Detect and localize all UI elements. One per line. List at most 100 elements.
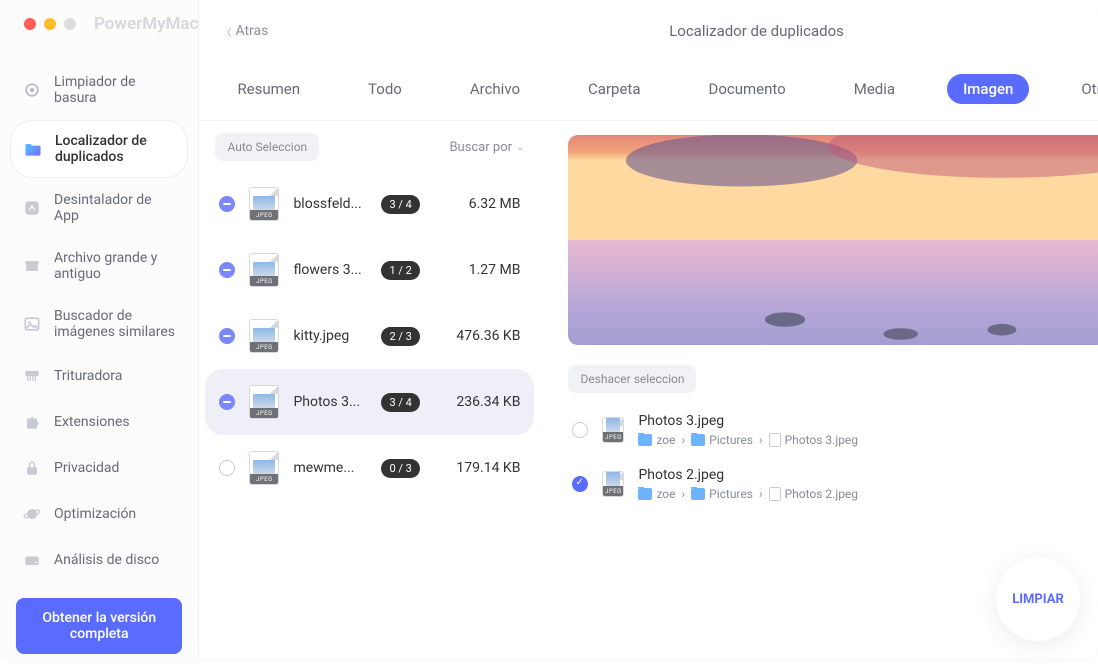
back-label: Atras bbox=[235, 23, 268, 39]
sidebar-item-uninstaller[interactable]: Desintalador de App bbox=[10, 180, 188, 236]
tab-archivo[interactable]: Archivo bbox=[454, 74, 536, 104]
file-group-item[interactable]: JPEG Photos 3... 3 / 4 236.34 KB bbox=[205, 369, 534, 435]
undo-select-button[interactable]: Deshacer seleccion bbox=[568, 365, 696, 393]
file-thumb: JPEG bbox=[249, 385, 279, 419]
tab-media[interactable]: Media bbox=[838, 74, 911, 104]
file-thumb: JPEG bbox=[249, 187, 279, 221]
count-badge: 2 / 3 bbox=[381, 327, 419, 346]
app-store-icon bbox=[22, 198, 42, 218]
sidebar-item-cleaner[interactable]: Limpiador de basura bbox=[10, 62, 188, 118]
nav: Limpiador de basura Localizador de dupli… bbox=[0, 34, 198, 582]
file-thumb: JPEG bbox=[249, 319, 279, 353]
file-name: kitty.jpeg bbox=[293, 328, 367, 344]
count-badge: 3 / 4 bbox=[381, 393, 419, 412]
sidebar-item-extensions[interactable]: Extensiones bbox=[10, 400, 188, 444]
file-thumb: JPEG bbox=[602, 417, 624, 443]
checkbox-icon[interactable] bbox=[572, 422, 588, 438]
auto-select-button[interactable]: Auto Seleccion bbox=[215, 133, 319, 161]
tab-todo[interactable]: Todo bbox=[352, 74, 418, 104]
sidebar-item-privacy[interactable]: Privacidad bbox=[10, 446, 188, 490]
sidebar-item-optimization[interactable]: Optimización bbox=[10, 492, 188, 536]
sidebar-item-label: Análisis de disco bbox=[54, 552, 159, 568]
file-group-item[interactable]: JPEG flowers 3... 1 / 2 1.27 MB bbox=[205, 237, 534, 303]
back-button[interactable]: 〈 Atras bbox=[221, 23, 268, 39]
planet-icon bbox=[22, 504, 42, 524]
lock-icon bbox=[22, 458, 42, 478]
file-size: 476.36 KB bbox=[440, 328, 520, 344]
checkbox-empty-icon[interactable] bbox=[219, 460, 235, 476]
folder-icon bbox=[638, 434, 652, 446]
file-list[interactable]: JPEG blossfeld... 3 / 4 6.32 MB JPEG flo… bbox=[205, 171, 534, 659]
file-name: Photos 3... bbox=[293, 394, 367, 410]
page-title: Localizador de duplicados bbox=[669, 22, 844, 40]
maximize-icon bbox=[64, 18, 76, 30]
count-badge: 3 / 4 bbox=[381, 195, 419, 214]
sidebar-item-label: Limpiador de basura bbox=[54, 74, 176, 106]
drive-icon bbox=[22, 550, 42, 570]
dup-file-name: Photos 3.jpeg bbox=[638, 413, 1098, 429]
minimize-icon[interactable] bbox=[44, 18, 56, 30]
file-thumb: JPEG bbox=[602, 471, 624, 497]
header: 〈 Atras Localizador de duplicados ? bbox=[199, 0, 1098, 62]
image-icon bbox=[22, 314, 42, 334]
chevron-left-icon: 〈 bbox=[221, 24, 231, 39]
file-name: blossfeld... bbox=[293, 196, 367, 212]
file-thumb: JPEG bbox=[249, 451, 279, 485]
dup-file-path: zoe › Pictures › Photos 2.jpeg bbox=[638, 487, 1098, 501]
content: Auto Seleccion Buscar por ⌄ JPEG blossfe… bbox=[199, 121, 1098, 659]
folder-gradient-icon bbox=[23, 139, 43, 159]
sort-button-left[interactable]: Buscar por ⌄ bbox=[449, 140, 524, 155]
purchase-button[interactable]: Obtener la versión completa bbox=[16, 598, 182, 654]
file-group-item[interactable]: JPEG mewme... 0 / 3 179.14 KB bbox=[205, 435, 534, 501]
sidebar-item-shredder[interactable]: Trituradora bbox=[10, 354, 188, 398]
file-group-item[interactable]: JPEG kitty.jpeg 2 / 3 476.36 KB bbox=[205, 303, 534, 369]
duplicate-item[interactable]: JPEG Photos 3.jpeg zoe › Pictures › Phot… bbox=[568, 403, 1098, 457]
checkbox-partial-icon[interactable] bbox=[219, 262, 235, 278]
main: 〈 Atras Localizador de duplicados ? Resu… bbox=[199, 0, 1098, 659]
group-list-pane: Auto Seleccion Buscar por ⌄ JPEG blossfe… bbox=[199, 121, 552, 659]
folder-icon bbox=[691, 488, 705, 500]
gear-brush-icon bbox=[22, 80, 42, 100]
preview-image bbox=[568, 135, 1098, 345]
file-name: mewme... bbox=[293, 460, 367, 476]
sidebar-item-large-old[interactable]: Archivo grande y antiguo bbox=[10, 238, 188, 294]
window-controls bbox=[0, 18, 76, 30]
file-group-item[interactable]: JPEG blossfeld... 3 / 4 6.32 MB bbox=[205, 171, 534, 237]
tab-otros[interactable]: Otros bbox=[1065, 74, 1098, 104]
file-size: 1.27 MB bbox=[440, 262, 520, 278]
file-name: flowers 3... bbox=[293, 262, 367, 278]
sidebar-item-disk[interactable]: Análisis de disco bbox=[10, 538, 188, 582]
sidebar: PowerMyMac Limpiador de basura Localizad… bbox=[0, 0, 199, 659]
file-icon bbox=[769, 433, 781, 447]
duplicate-item[interactable]: JPEG Photos 2.jpeg zoe › Pictures › Phot… bbox=[568, 457, 1098, 511]
sidebar-item-label: Archivo grande y antiguo bbox=[54, 250, 176, 282]
sidebar-item-label: Extensiones bbox=[54, 414, 130, 430]
clean-button[interactable]: LIMPIAR bbox=[996, 557, 1080, 641]
sidebar-item-label: Trituradora bbox=[54, 368, 122, 384]
sidebar-item-duplicates[interactable]: Localizador de duplicados bbox=[10, 120, 188, 178]
brand-label: PowerMyMac bbox=[94, 14, 198, 34]
file-size: 6.32 MB bbox=[440, 196, 520, 212]
tab-documento[interactable]: Documento bbox=[693, 74, 802, 104]
puzzle-icon bbox=[22, 412, 42, 432]
file-icon bbox=[769, 487, 781, 501]
checkbox-partial-icon[interactable] bbox=[219, 196, 235, 212]
close-icon[interactable] bbox=[24, 18, 36, 30]
checkbox-icon[interactable] bbox=[572, 476, 588, 492]
tab-resumen[interactable]: Resumen bbox=[221, 74, 316, 104]
file-size: 236.34 KB bbox=[440, 394, 520, 410]
folder-icon bbox=[638, 488, 652, 500]
tab-bar: Resumen Todo Archivo Carpeta Documento M… bbox=[199, 62, 1098, 121]
tab-carpeta[interactable]: Carpeta bbox=[572, 74, 656, 104]
sidebar-item-label: Localizador de duplicados bbox=[55, 133, 175, 165]
dup-file-name: Photos 2.jpeg bbox=[638, 467, 1098, 483]
file-size: 179.14 KB bbox=[440, 460, 520, 476]
sidebar-item-label: Optimización bbox=[54, 506, 136, 522]
checkbox-partial-icon[interactable] bbox=[219, 328, 235, 344]
chevron-down-icon: ⌄ bbox=[516, 142, 524, 153]
sidebar-item-label: Privacidad bbox=[54, 460, 119, 476]
checkbox-partial-icon[interactable] bbox=[219, 394, 235, 410]
tab-imagen[interactable]: Imagen bbox=[947, 74, 1029, 104]
sidebar-item-similar-images[interactable]: Buscador de imágenes similares bbox=[10, 296, 188, 352]
archive-icon bbox=[22, 256, 42, 276]
